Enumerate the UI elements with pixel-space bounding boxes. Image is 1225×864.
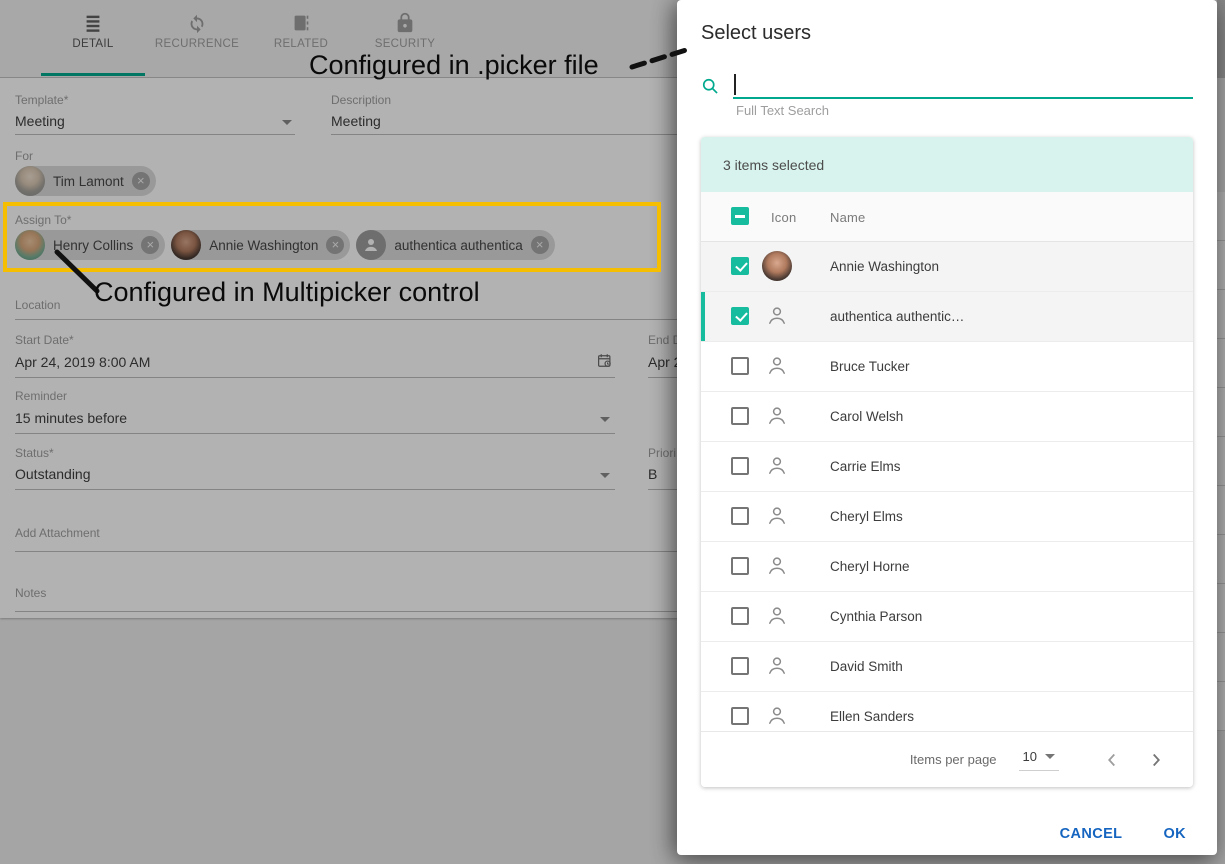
column-header-name: Name	[830, 210, 865, 225]
row-checkbox[interactable]	[731, 407, 749, 425]
column-header-icon: Icon	[771, 210, 796, 225]
user-avatar	[762, 451, 792, 481]
ok-button[interactable]: OK	[1159, 818, 1190, 850]
previous-page-button[interactable]	[1101, 749, 1123, 771]
page-size-select[interactable]: 10	[1019, 749, 1059, 771]
row-checkbox[interactable]	[731, 557, 749, 575]
select-users-dialog: Select users Full Text Search 3 items se…	[677, 0, 1217, 855]
user-name: Carrie Elms	[830, 459, 901, 474]
selection-banner: 3 items selected	[701, 137, 1193, 192]
user-row[interactable]: Carol Welsh	[701, 392, 1193, 442]
user-name: Annie Washington	[830, 259, 939, 274]
user-avatar	[762, 701, 792, 731]
row-checkbox[interactable]	[731, 607, 749, 625]
user-avatar	[762, 301, 792, 331]
next-page-button[interactable]	[1145, 749, 1167, 771]
highlight-box	[3, 202, 661, 272]
user-row[interactable]: Annie Washington	[701, 242, 1193, 292]
text-cursor	[734, 74, 736, 95]
row-checkbox[interactable]	[731, 707, 749, 725]
user-row[interactable]: Bruce Tucker	[701, 342, 1193, 392]
user-avatar	[762, 651, 792, 681]
items-per-page-label: Items per page	[910, 752, 997, 767]
row-checkbox[interactable]	[731, 457, 749, 475]
user-name: Cynthia Parson	[830, 609, 922, 624]
user-name: Cheryl Horne	[830, 559, 910, 574]
search-hint: Full Text Search	[736, 103, 829, 118]
search-icon	[700, 76, 720, 101]
user-avatar	[762, 351, 792, 381]
user-avatar	[762, 401, 792, 431]
users-table-card: 3 items selected Icon Name Annie Washing…	[701, 137, 1193, 787]
user-row[interactable]: Carrie Elms	[701, 442, 1193, 492]
dialog-actions: CANCEL OK	[677, 818, 1217, 850]
user-avatar	[762, 501, 792, 531]
user-row[interactable]: Cheryl Horne	[701, 542, 1193, 592]
user-name: Ellen Sanders	[830, 709, 914, 724]
search-input[interactable]	[735, 72, 1169, 96]
row-checkbox[interactable]	[731, 307, 749, 325]
user-row[interactable]: Cheryl Elms	[701, 492, 1193, 542]
row-checkbox[interactable]	[731, 507, 749, 525]
user-row[interactable]: authentica authentic…	[701, 292, 1193, 342]
user-row[interactable]: Cynthia Parson	[701, 592, 1193, 642]
table-header: Icon Name	[701, 192, 1193, 242]
user-avatar	[762, 551, 792, 581]
annotation-picker-file: Configured in .picker file	[309, 50, 599, 81]
user-name: David Smith	[830, 659, 903, 674]
screen: DETAIL RECURRENCE RELATED	[0, 0, 1225, 864]
chevron-down-icon	[1045, 754, 1055, 759]
user-name: Bruce Tucker	[830, 359, 910, 374]
dialog-title: Select users	[701, 22, 811, 45]
annotation-multipicker: Configured in Multipicker control	[94, 277, 480, 308]
row-checkbox[interactable]	[731, 257, 749, 275]
user-name: Cheryl Elms	[830, 509, 903, 524]
select-all-checkbox[interactable]	[731, 207, 749, 225]
user-name: authentica authentic…	[830, 309, 964, 324]
user-row[interactable]: David Smith	[701, 642, 1193, 692]
row-checkbox[interactable]	[731, 657, 749, 675]
paginator: Items per page 10	[701, 731, 1193, 787]
user-avatar	[762, 601, 792, 631]
cancel-button[interactable]: CANCEL	[1056, 818, 1127, 850]
users-list: Annie Washington authentica authentic… B…	[701, 242, 1193, 742]
row-checkbox[interactable]	[731, 357, 749, 375]
user-name: Carol Welsh	[830, 409, 903, 424]
user-avatar	[762, 251, 792, 281]
